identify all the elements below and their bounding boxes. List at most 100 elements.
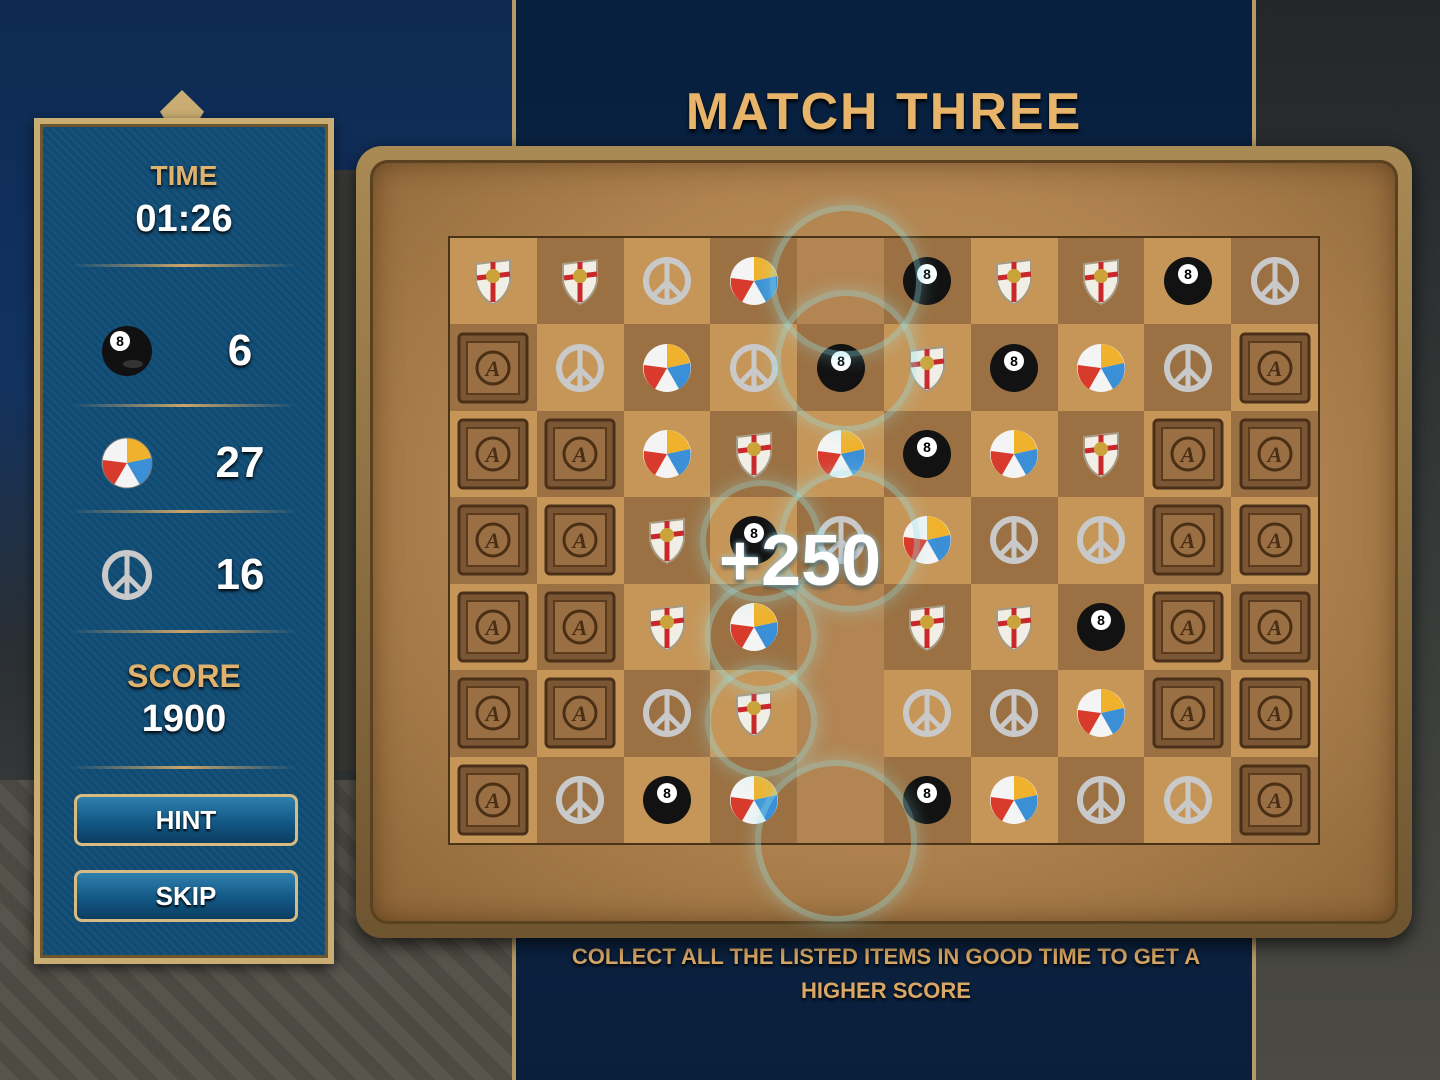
- compass-block-icon[interactable]: A: [457, 504, 529, 576]
- shield-icon[interactable]: [987, 600, 1041, 654]
- compass-block-icon[interactable]: A: [1152, 591, 1224, 663]
- board-cell[interactable]: A: [1144, 583, 1232, 671]
- board-cell[interactable]: A: [450, 410, 537, 498]
- peace-symbol-icon[interactable]: [987, 513, 1041, 567]
- eight-ball-icon[interactable]: 8: [900, 427, 954, 481]
- board-cell[interactable]: A: [1231, 324, 1318, 411]
- peace-symbol-icon[interactable]: [1074, 513, 1128, 567]
- shield-icon[interactable]: [640, 600, 694, 654]
- shield-icon[interactable]: [900, 600, 954, 654]
- board-cell[interactable]: [970, 756, 1058, 843]
- compass-block-icon[interactable]: A: [1239, 677, 1311, 749]
- board-cell[interactable]: A: [1144, 670, 1232, 757]
- shield-icon[interactable]: [987, 254, 1041, 308]
- peace-symbol-icon[interactable]: [987, 686, 1041, 740]
- board-cell[interactable]: A: [450, 497, 537, 584]
- shield-icon[interactable]: [727, 427, 781, 481]
- board-cell[interactable]: 8: [884, 410, 971, 498]
- peace-symbol-icon[interactable]: [900, 686, 954, 740]
- board-cell[interactable]: [623, 324, 711, 411]
- compass-block-icon[interactable]: A: [1152, 677, 1224, 749]
- board-cell[interactable]: [536, 756, 624, 843]
- compass-block-icon[interactable]: A: [1152, 418, 1224, 490]
- board-cell[interactable]: [623, 670, 711, 757]
- compass-block-icon[interactable]: A: [457, 677, 529, 749]
- compass-block-icon[interactable]: A: [457, 764, 529, 836]
- board-cell[interactable]: A: [1231, 497, 1318, 584]
- beach-ball-icon[interactable]: [640, 341, 694, 395]
- board-cell[interactable]: A: [1231, 756, 1318, 843]
- peace-symbol-icon[interactable]: [553, 773, 607, 827]
- board-cell[interactable]: [536, 324, 624, 411]
- board-cell[interactable]: [1057, 410, 1145, 498]
- shield-icon[interactable]: [466, 254, 520, 308]
- board-cell[interactable]: A: [1231, 583, 1318, 671]
- board-cell[interactable]: [970, 670, 1058, 757]
- board-cell[interactable]: [623, 410, 711, 498]
- board-cell[interactable]: [623, 238, 711, 325]
- peace-symbol-icon[interactable]: [1161, 341, 1215, 395]
- board-cell[interactable]: A: [450, 583, 537, 671]
- board-cell[interactable]: 8: [623, 756, 711, 843]
- peace-symbol-icon[interactable]: [1161, 773, 1215, 827]
- shield-icon[interactable]: [553, 254, 607, 308]
- eight-ball-icon[interactable]: 8: [1074, 600, 1128, 654]
- board-cell[interactable]: [1144, 756, 1232, 843]
- compass-block-icon[interactable]: A: [1239, 504, 1311, 576]
- board-cell[interactable]: [1057, 324, 1145, 411]
- beach-ball-icon[interactable]: [640, 427, 694, 481]
- board-cell[interactable]: [1057, 497, 1145, 584]
- board-cell[interactable]: A: [1144, 497, 1232, 584]
- eight-ball-icon[interactable]: 8: [640, 773, 694, 827]
- board-cell[interactable]: A: [1231, 410, 1318, 498]
- board-cell[interactable]: [970, 497, 1058, 584]
- compass-block-icon[interactable]: A: [544, 418, 616, 490]
- board-cell[interactable]: [1057, 670, 1145, 757]
- board-cell[interactable]: A: [536, 670, 624, 757]
- board-cell[interactable]: A: [536, 583, 624, 671]
- peace-symbol-icon[interactable]: [1248, 254, 1302, 308]
- compass-block-icon[interactable]: A: [544, 591, 616, 663]
- board-cell[interactable]: [884, 670, 971, 757]
- board-cell[interactable]: A: [450, 670, 537, 757]
- board-cell[interactable]: [970, 238, 1058, 325]
- board-cell[interactable]: [1057, 238, 1145, 325]
- shield-icon[interactable]: [1074, 254, 1128, 308]
- beach-ball-icon[interactable]: [1074, 341, 1128, 395]
- board-cell[interactable]: [970, 583, 1058, 671]
- hint-button[interactable]: HINT: [74, 794, 298, 846]
- board-cell[interactable]: A: [1144, 410, 1232, 498]
- board-cell[interactable]: 8: [970, 324, 1058, 411]
- shield-icon[interactable]: [1074, 427, 1128, 481]
- board-cell[interactable]: [450, 238, 537, 325]
- board-cell[interactable]: [536, 238, 624, 325]
- compass-block-icon[interactable]: A: [544, 677, 616, 749]
- compass-block-icon[interactable]: A: [457, 418, 529, 490]
- peace-symbol-icon[interactable]: [640, 686, 694, 740]
- compass-block-icon[interactable]: A: [1239, 418, 1311, 490]
- compass-block-icon[interactable]: A: [457, 591, 529, 663]
- compass-block-icon[interactable]: A: [1152, 504, 1224, 576]
- board-cell[interactable]: A: [1231, 670, 1318, 757]
- board-cell[interactable]: A: [450, 756, 537, 843]
- beach-ball-icon[interactable]: [1074, 686, 1128, 740]
- skip-button[interactable]: SKIP: [74, 870, 298, 922]
- peace-symbol-icon[interactable]: [553, 341, 607, 395]
- board-cell[interactable]: [1231, 238, 1318, 325]
- peace-symbol-icon[interactable]: [640, 254, 694, 308]
- board-cell[interactable]: 8: [1057, 583, 1145, 671]
- board-cell[interactable]: [1144, 324, 1232, 411]
- board-cell[interactable]: 8: [1144, 238, 1232, 325]
- board-cell[interactable]: A: [536, 497, 624, 584]
- peace-symbol-icon[interactable]: [1074, 773, 1128, 827]
- compass-block-icon[interactable]: A: [457, 332, 529, 404]
- compass-block-icon[interactable]: A: [544, 504, 616, 576]
- peace-symbol-icon[interactable]: [727, 341, 781, 395]
- shield-icon[interactable]: [640, 513, 694, 567]
- compass-block-icon[interactable]: A: [1239, 591, 1311, 663]
- board-cell[interactable]: [1057, 756, 1145, 843]
- board-cell[interactable]: [970, 410, 1058, 498]
- eight-ball-icon[interactable]: 8: [1161, 254, 1215, 308]
- beach-ball-icon[interactable]: [987, 427, 1041, 481]
- board-cell[interactable]: A: [536, 410, 624, 498]
